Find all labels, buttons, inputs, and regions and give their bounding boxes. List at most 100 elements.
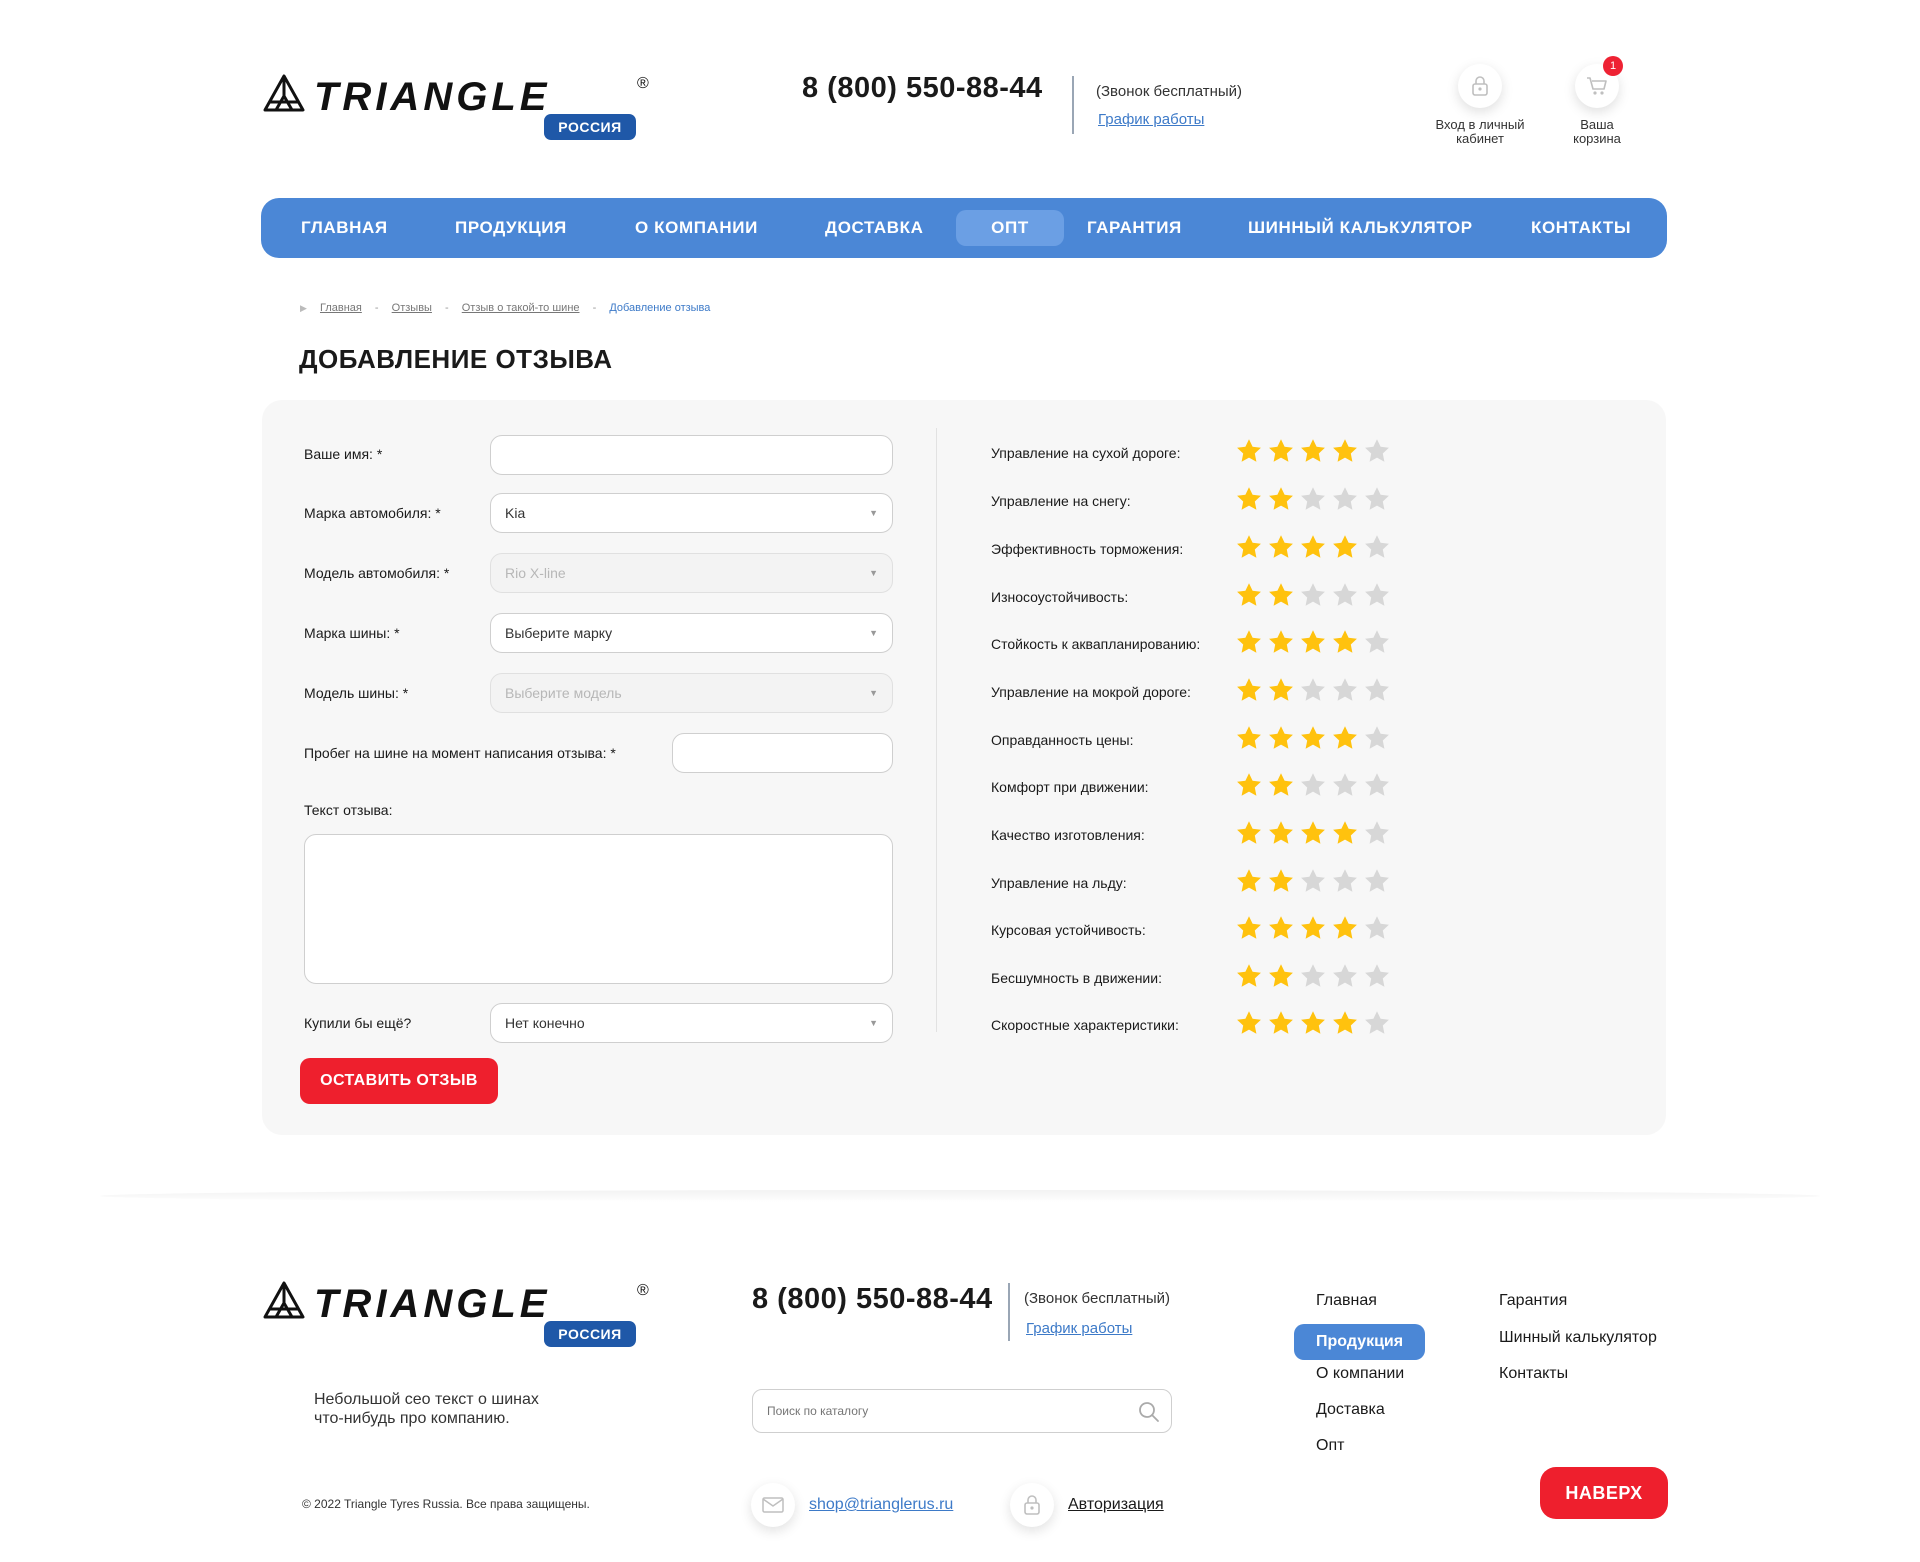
star-filled-icon[interactable]	[1331, 437, 1359, 465]
nav-item-warranty[interactable]: ГАРАНТИЯ	[1087, 210, 1182, 246]
login-button[interactable]: Вход в личный кабинет	[1428, 64, 1532, 146]
star-filled-icon[interactable]	[1235, 676, 1263, 704]
review-text-area[interactable]	[304, 834, 893, 984]
star-filled-icon[interactable]	[1299, 628, 1327, 656]
star-empty-icon[interactable]	[1363, 867, 1391, 895]
search-icon[interactable]	[1137, 1400, 1161, 1424]
star-filled-icon[interactable]	[1235, 437, 1263, 465]
star-filled-icon[interactable]	[1299, 533, 1327, 561]
star-rating[interactable]	[1235, 437, 1391, 465]
star-rating[interactable]	[1235, 485, 1391, 513]
star-filled-icon[interactable]	[1267, 485, 1295, 513]
star-filled-icon[interactable]	[1267, 962, 1295, 990]
star-rating[interactable]	[1235, 724, 1391, 752]
star-empty-icon[interactable]	[1331, 867, 1359, 895]
star-filled-icon[interactable]	[1299, 437, 1327, 465]
star-rating[interactable]	[1235, 1009, 1391, 1037]
footer-nav-products[interactable]: Продукция	[1294, 1324, 1426, 1360]
star-filled-icon[interactable]	[1267, 533, 1295, 561]
star-empty-icon[interactable]	[1363, 581, 1391, 609]
star-filled-icon[interactable]	[1267, 867, 1295, 895]
star-filled-icon[interactable]	[1235, 914, 1263, 942]
star-filled-icon[interactable]	[1235, 533, 1263, 561]
star-filled-icon[interactable]	[1235, 1009, 1263, 1037]
star-rating[interactable]	[1235, 914, 1391, 942]
star-filled-icon[interactable]	[1331, 628, 1359, 656]
star-rating[interactable]	[1235, 676, 1391, 704]
star-empty-icon[interactable]	[1363, 724, 1391, 752]
star-rating[interactable]	[1235, 581, 1391, 609]
star-empty-icon[interactable]	[1299, 962, 1327, 990]
star-empty-icon[interactable]	[1363, 676, 1391, 704]
tire-brand-select[interactable]: Выберите марку ▼	[490, 613, 893, 653]
brand-logo[interactable]: TRIANGLE ® РОССИЯ	[262, 66, 652, 142]
star-empty-icon[interactable]	[1363, 437, 1391, 465]
star-filled-icon[interactable]	[1267, 819, 1295, 847]
star-rating[interactable]	[1235, 771, 1391, 799]
footer-nav-delivery[interactable]: Доставка	[1316, 1401, 1385, 1419]
nav-item-about[interactable]: О КОМПАНИИ	[635, 210, 758, 246]
submit-review-button[interactable]: ОСТАВИТЬ ОТЗЫВ	[300, 1058, 498, 1104]
star-rating[interactable]	[1235, 819, 1391, 847]
footer-nav-home[interactable]: Главная	[1316, 1292, 1377, 1310]
star-filled-icon[interactable]	[1299, 914, 1327, 942]
nav-item-wholesale[interactable]: ОПТ	[956, 210, 1064, 246]
star-filled-icon[interactable]	[1331, 914, 1359, 942]
star-filled-icon[interactable]	[1331, 1009, 1359, 1037]
star-filled-icon[interactable]	[1331, 819, 1359, 847]
star-filled-icon[interactable]	[1235, 628, 1263, 656]
nav-item-delivery[interactable]: ДОСТАВКА	[825, 210, 924, 246]
star-filled-icon[interactable]	[1267, 581, 1295, 609]
star-empty-icon[interactable]	[1299, 867, 1327, 895]
star-empty-icon[interactable]	[1331, 581, 1359, 609]
star-filled-icon[interactable]	[1235, 867, 1263, 895]
breadcrumb-reviews[interactable]: Отзывы	[392, 302, 432, 314]
breadcrumb-tire-review[interactable]: Отзыв о такой-то шине	[462, 302, 580, 314]
star-filled-icon[interactable]	[1267, 914, 1295, 942]
footer-nav-warranty[interactable]: Гарантия	[1499, 1292, 1567, 1310]
star-filled-icon[interactable]	[1267, 771, 1295, 799]
star-filled-icon[interactable]	[1267, 437, 1295, 465]
footer-schedule-link[interactable]: График работы	[1026, 1320, 1132, 1337]
star-filled-icon[interactable]	[1267, 628, 1295, 656]
star-empty-icon[interactable]	[1331, 485, 1359, 513]
cart-button[interactable]: 1 Ваша корзина	[1560, 56, 1634, 146]
star-filled-icon[interactable]	[1331, 533, 1359, 561]
car-brand-select[interactable]: Kia ▼	[490, 493, 893, 533]
star-empty-icon[interactable]	[1299, 581, 1327, 609]
email-link[interactable]: shop@trianglerus.ru	[809, 1496, 953, 1514]
footer-nav-about[interactable]: О компании	[1316, 1365, 1404, 1383]
star-empty-icon[interactable]	[1363, 485, 1391, 513]
star-empty-icon[interactable]	[1299, 485, 1327, 513]
star-empty-icon[interactable]	[1363, 819, 1391, 847]
star-empty-icon[interactable]	[1363, 914, 1391, 942]
footer-nav-tire-calculator[interactable]: Шинный калькулятор	[1499, 1329, 1657, 1347]
nav-item-contacts[interactable]: КОНТАКТЫ	[1531, 210, 1631, 246]
star-filled-icon[interactable]	[1267, 1009, 1295, 1037]
star-empty-icon[interactable]	[1363, 533, 1391, 561]
star-filled-icon[interactable]	[1235, 771, 1263, 799]
star-filled-icon[interactable]	[1299, 724, 1327, 752]
name-input[interactable]	[490, 435, 893, 475]
star-filled-icon[interactable]	[1267, 724, 1295, 752]
footer-brand-logo[interactable]: TRIANGLE ® РОССИЯ	[262, 1273, 652, 1349]
star-rating[interactable]	[1235, 962, 1391, 990]
nav-item-home[interactable]: ГЛАВНАЯ	[301, 210, 388, 246]
star-empty-icon[interactable]	[1331, 771, 1359, 799]
star-empty-icon[interactable]	[1363, 771, 1391, 799]
star-empty-icon[interactable]	[1299, 676, 1327, 704]
star-filled-icon[interactable]	[1299, 1009, 1327, 1037]
buy-again-select[interactable]: Нет конечно ▼	[490, 1003, 893, 1043]
star-filled-icon[interactable]	[1235, 962, 1263, 990]
star-filled-icon[interactable]	[1235, 724, 1263, 752]
star-rating[interactable]	[1235, 628, 1391, 656]
header-phone[interactable]: 8 (800) 550-88-44	[802, 72, 1043, 105]
catalog-search-input[interactable]	[753, 1390, 1113, 1432]
star-filled-icon[interactable]	[1235, 485, 1263, 513]
auth-link[interactable]: Авторизация	[1068, 1496, 1164, 1514]
car-model-select[interactable]: Rio X-line ▼	[490, 553, 893, 593]
footer-nav-contacts[interactable]: Контакты	[1499, 1365, 1568, 1383]
star-rating[interactable]	[1235, 867, 1391, 895]
star-filled-icon[interactable]	[1235, 819, 1263, 847]
scroll-to-top-button[interactable]: НАВЕРХ	[1540, 1467, 1668, 1519]
